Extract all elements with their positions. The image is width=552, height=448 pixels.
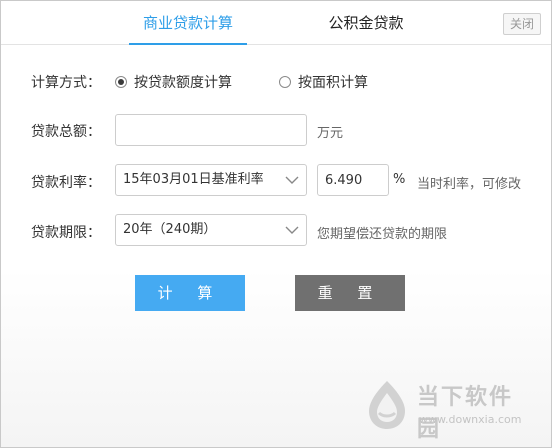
radio-by-area-label: 按面积计算	[298, 75, 368, 91]
watermark: 当下软件园 www.downxia.com	[365, 375, 535, 442]
watermark-url: www.downxia.com	[419, 413, 522, 426]
radio-checked-icon	[115, 76, 127, 88]
watermark-title: 当下软件园	[417, 385, 514, 442]
close-button[interactable]: 关闭	[503, 13, 541, 35]
radio-by-area[interactable]: 按面积计算	[279, 72, 368, 92]
term-hint: 您期望偿还贷款的期限	[317, 227, 448, 242]
chevron-down-icon	[285, 226, 299, 234]
calculate-button[interactable]: 计 算	[135, 275, 245, 311]
tab-commercial-loan[interactable]: 商业贷款计算	[129, 1, 247, 45]
tab-bar: 商业贷款计算 公积金贷款 关闭	[1, 1, 551, 45]
total-label: 贷款总额：	[31, 124, 101, 140]
reset-button[interactable]: 重 置	[295, 275, 405, 311]
radio-unchecked-icon	[279, 76, 291, 88]
rate-row: 贷款利率： 15年03月01日基准利率 % 当时利率，可修改	[1, 163, 551, 197]
term-row: 贷款期限： 20年（240期） 您期望偿还贷款的期限	[1, 213, 551, 247]
term-select-value: 20年（240期）	[123, 222, 217, 237]
method-row: 计算方式： 按贷款额度计算 按面积计算	[1, 69, 551, 93]
total-amount-input[interactable]	[115, 114, 307, 146]
method-label: 计算方式：	[31, 75, 101, 91]
watermark-logo-icon	[369, 381, 405, 429]
rate-input[interactable]	[317, 164, 389, 196]
radio-by-amount-label: 按贷款额度计算	[134, 75, 232, 91]
rate-percent-unit: %	[393, 172, 406, 187]
term-select[interactable]: 20年（240期）	[115, 214, 307, 246]
tab-provident-fund-loan[interactable]: 公积金贷款	[307, 1, 425, 45]
rate-hint: 当时利率，可修改	[417, 177, 522, 192]
total-unit: 万元	[317, 126, 344, 141]
rate-select[interactable]: 15年03月01日基准利率	[115, 164, 307, 196]
radio-by-amount[interactable]: 按贷款额度计算	[115, 72, 232, 92]
chevron-down-icon	[285, 176, 299, 184]
rate-select-value: 15年03月01日基准利率	[123, 172, 264, 187]
rate-label: 贷款利率：	[31, 175, 101, 191]
loan-calculator-dialog: 商业贷款计算 公积金贷款 关闭 计算方式： 按贷款额度计算 按面积计算 贷款总额…	[0, 0, 552, 448]
term-label: 贷款期限：	[31, 225, 101, 241]
total-row: 贷款总额： 万元	[1, 113, 551, 147]
